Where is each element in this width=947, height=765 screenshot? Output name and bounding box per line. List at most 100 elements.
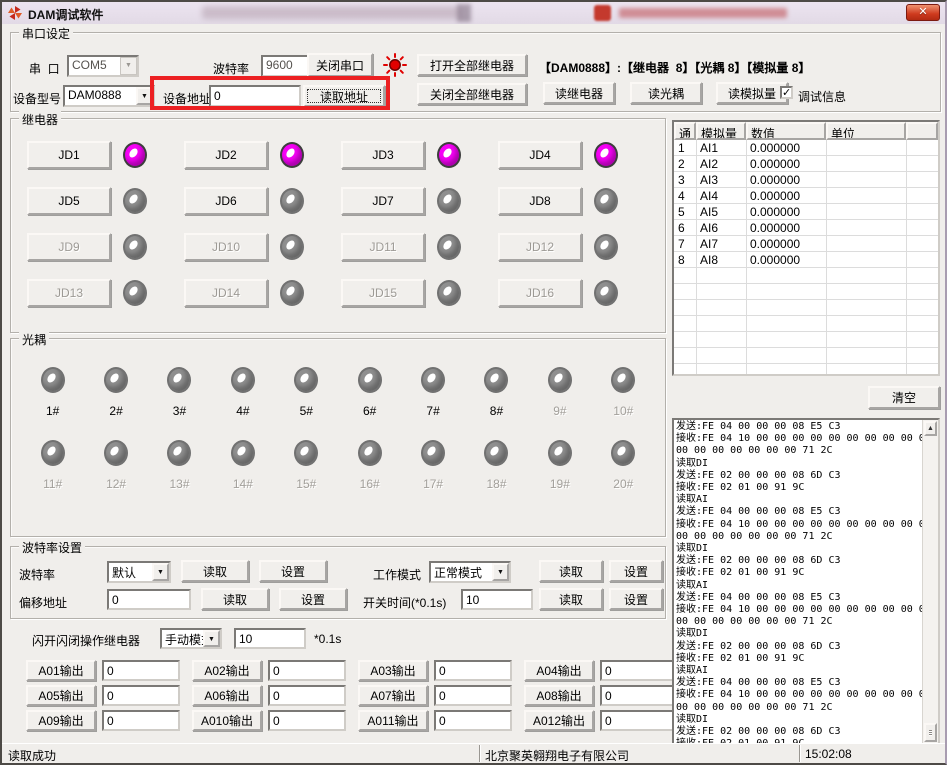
relay-button[interactable]: JD4 [498,141,582,169]
baud-read-button[interactable]: 读取 [181,560,249,582]
relay-button[interactable]: JD15 [341,279,425,307]
output-button[interactable]: A08输出 [524,685,594,706]
table-row[interactable]: 4 AI4 0.000000 [674,188,938,204]
work-mode-read-button[interactable]: 读取 [539,560,603,582]
relay-button[interactable]: JD6 [184,187,268,215]
relay-button[interactable]: JD11 [341,233,425,261]
chevron-down-icon[interactable]: ▼ [203,630,220,647]
output-button[interactable]: A07输出 [358,685,428,706]
clear-log-button[interactable]: 清空 [868,386,940,409]
debug-info-checkbox[interactable]: ✓ [780,86,793,99]
relay-button[interactable]: JD8 [498,187,582,215]
chevron-down-icon[interactable]: ▼ [136,87,153,105]
output-value-input[interactable] [600,660,678,681]
output-button[interactable]: A03输出 [358,660,428,681]
chevron-down-icon[interactable]: ▼ [120,57,137,75]
relay-button[interactable]: JD13 [27,279,111,307]
opto-channel-label: 3# [173,404,186,418]
col-header-value[interactable]: 数值 [746,122,826,140]
relay-button[interactable]: JD10 [184,233,268,261]
relay-led-icon [594,188,618,214]
output-value-input[interactable] [102,660,180,681]
port-select[interactable]: COM5 ▼ [67,55,139,77]
titlebar: DAM调试软件 ✕ [2,2,945,24]
output-button[interactable]: A02输出 [192,660,262,681]
output-button[interactable]: A012输出 [524,710,594,731]
baud-set-select[interactable]: 默认 ▼ [107,561,171,583]
work-mode-set-button[interactable]: 设置 [609,560,663,582]
offset-input[interactable] [107,589,191,610]
switch-time-input[interactable] [461,589,533,610]
relay-button[interactable]: JD7 [341,187,425,215]
output-value-input[interactable] [600,710,678,731]
flash-mode-select[interactable]: 手动模式 ▼ [160,628,222,649]
table-row[interactable]: 3 AI3 0.000000 [674,172,938,188]
col-header-channel[interactable]: 通 [674,122,696,140]
output-button[interactable]: A09输出 [26,710,96,731]
relay-button[interactable]: JD1 [27,141,111,169]
table-row[interactable]: 6 AI6 0.000000 [674,220,938,236]
model-select[interactable]: DAM0888 ▼ [63,85,155,107]
table-row[interactable]: 1 AI1 0.000000 [674,140,938,156]
device-address-input[interactable] [209,85,301,107]
output-button[interactable]: A01输出 [26,660,96,681]
relay-button[interactable]: JD9 [27,233,111,261]
work-mode-select[interactable]: 正常模式 ▼ [429,561,511,583]
offset-set-button[interactable]: 设置 [279,588,347,610]
relay-button[interactable]: JD5 [27,187,111,215]
output-button[interactable]: A06输出 [192,685,262,706]
col-header-unit[interactable]: 单位 [826,122,906,140]
read-relay-button[interactable]: 读继电器 [543,82,615,104]
close-port-button[interactable]: 关闭串口 [307,53,373,77]
cell-analog: AI5 [696,205,746,219]
scroll-up-icon[interactable]: ▲ [924,421,937,436]
cell-value: 0.000000 [746,253,826,267]
col-header-analog[interactable]: 模拟量 [696,122,746,140]
opto-channel-label: 10# [613,404,633,418]
output-value-input[interactable] [600,685,678,706]
flash-time-input[interactable] [234,628,306,649]
opto-led-icon [548,440,572,466]
output-value-input[interactable] [268,660,346,681]
output-value-input[interactable] [268,685,346,706]
open-all-relays-button[interactable]: 打开全部继电器 [417,54,527,76]
relay-cell: JD12 [498,233,655,261]
close-all-relays-button[interactable]: 关闭全部继电器 [417,83,527,105]
output-value-input[interactable] [268,710,346,731]
read-analog-button[interactable]: 读模拟量 [716,82,788,104]
relay-button[interactable]: JD16 [498,279,582,307]
table-row[interactable]: 2 AI2 0.000000 [674,156,938,172]
opto-cell: 3# [167,367,191,418]
output-value-input[interactable] [434,660,512,681]
read-address-button[interactable]: 读取地址 [303,85,385,107]
log-scrollbar[interactable]: ▲ [922,420,938,744]
output-button[interactable]: A04输出 [524,660,594,681]
table-row[interactable]: 5 AI5 0.000000 [674,204,938,220]
relay-button[interactable]: JD12 [498,233,582,261]
output-value-input[interactable] [434,710,512,731]
opto-cell: 11# [41,440,65,491]
close-button[interactable]: ✕ [906,4,940,21]
output-value-input[interactable] [434,685,512,706]
switch-time-set-button[interactable]: 设置 [609,588,663,610]
relay-button[interactable]: JD14 [184,279,268,307]
log-panel[interactable]: 发送:FE 04 00 00 00 08 E5 C3 接收:FE 04 10 0… [672,418,940,746]
address-label: 设备地址 [163,90,211,107]
offset-read-button[interactable]: 读取 [201,588,269,610]
output-button[interactable]: A011输出 [358,710,428,731]
col-header-extra[interactable] [906,122,938,140]
output-button[interactable]: A05输出 [26,685,96,706]
output-button[interactable]: A010输出 [192,710,262,731]
switch-time-read-button[interactable]: 读取 [539,588,603,610]
output-value-input[interactable] [102,685,180,706]
chevron-down-icon[interactable]: ▼ [152,563,169,581]
relay-button[interactable]: JD3 [341,141,425,169]
baud-set-button[interactable]: 设置 [259,560,327,582]
chevron-down-icon[interactable]: ▼ [492,563,509,581]
table-row[interactable]: 8 AI8 0.000000 [674,252,938,268]
output-value-input[interactable] [102,710,180,731]
table-row[interactable]: 7 AI7 0.000000 [674,236,938,252]
read-opto-button[interactable]: 读光耦 [630,82,702,104]
relay-button[interactable]: JD2 [184,141,268,169]
scrollbar-thumb[interactable] [924,723,937,742]
